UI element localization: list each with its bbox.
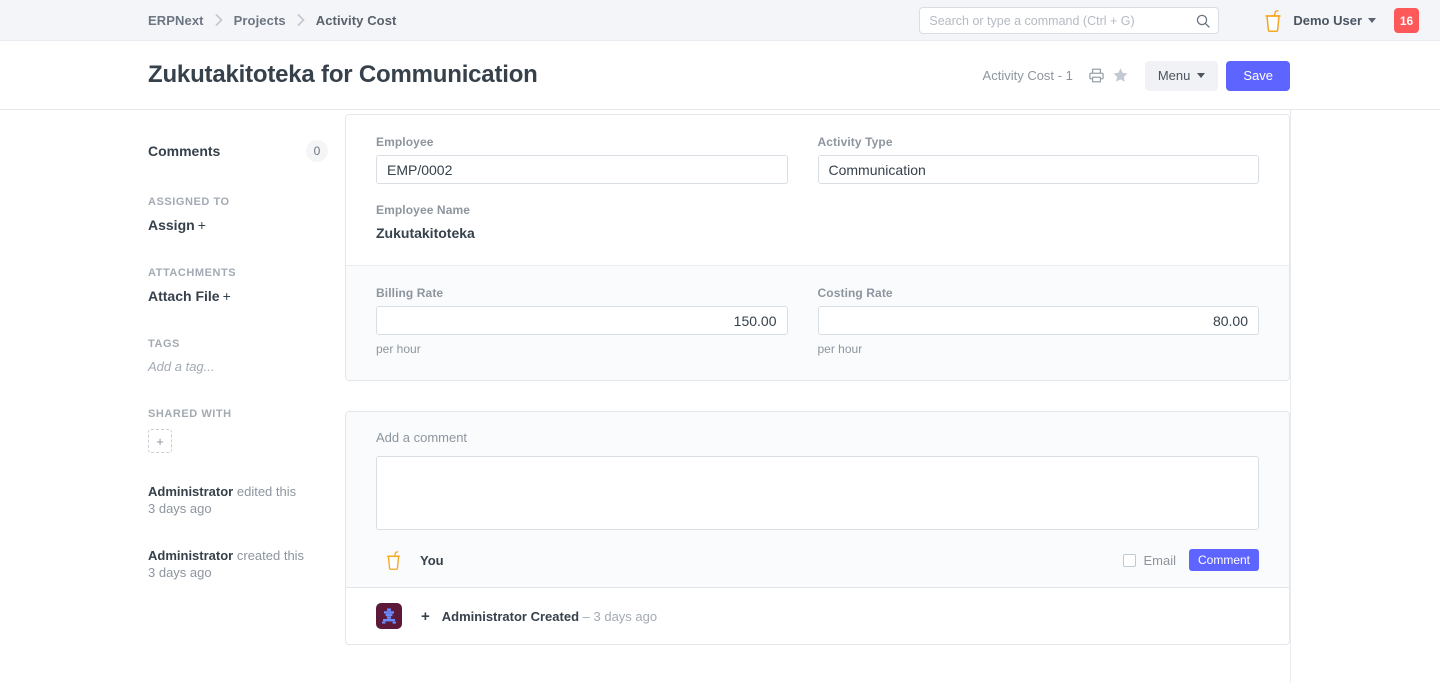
activity-log-action: edited this xyxy=(237,484,296,499)
comment-submit-group: Email Comment xyxy=(1123,549,1259,571)
print-icon[interactable] xyxy=(1087,66,1107,86)
search-box[interactable] xyxy=(919,7,1219,34)
form-sidebar: Comments 0 ASSIGNED TO Assign+ ATTACHMEN… xyxy=(148,110,328,580)
chevron-down-icon xyxy=(1197,73,1205,78)
activity-log-item: Administrator created this 3 days ago xyxy=(148,547,328,580)
chevron-down-icon xyxy=(1368,18,1376,23)
timeline-row: + Administrator Created – 3 days ago xyxy=(346,587,1289,644)
attach-file-label: Attach File xyxy=(148,288,220,304)
activity-log-item: Administrator edited this 3 days ago xyxy=(148,483,328,516)
form-section-details: Employee Activity Type Employee Name Zuk… xyxy=(346,115,1289,265)
activity-log-time: 3 days ago xyxy=(148,501,328,516)
breadcrumb: ERPNext Projects Activity Cost xyxy=(148,13,396,28)
activity-log-action: created this xyxy=(237,548,304,563)
add-tag-input[interactable]: Add a tag... xyxy=(148,359,328,374)
sidebar-assigned-to-label: ASSIGNED TO xyxy=(148,196,328,208)
save-button[interactable]: Save xyxy=(1226,61,1290,91)
activity-log-time: 3 days ago xyxy=(148,565,328,580)
comment-actions-bar: You Email Comment xyxy=(376,549,1259,571)
employee-name-label: Employee Name xyxy=(376,203,788,217)
activity-log-user: Administrator xyxy=(148,484,233,499)
page-header: Zukutakitoteka for Communication Activit… xyxy=(0,41,1440,110)
employee-name-field-group: Employee Name Zukutakitoteka xyxy=(376,203,818,241)
sidebar-comments-label: Comments xyxy=(148,143,220,159)
sidebar-attachments-label: ATTACHMENTS xyxy=(148,267,328,279)
page-body: Comments 0 ASSIGNED TO Assign+ ATTACHMEN… xyxy=(0,110,1440,683)
navbar-right-cluster: Demo User 16 xyxy=(919,0,1440,41)
comment-author: You xyxy=(376,550,444,571)
sidebar-tags-label: TAGS xyxy=(148,338,328,350)
avatar xyxy=(376,603,402,629)
sidebar-comments-row[interactable]: Comments 0 xyxy=(148,140,328,162)
employee-field-group: Employee xyxy=(376,135,818,184)
sidebar-shared-with-label: SHARED WITH xyxy=(148,408,328,420)
email-checkbox[interactable] xyxy=(1123,554,1136,567)
assign-button-label: Assign xyxy=(148,217,195,233)
chevron-right-icon xyxy=(297,14,305,26)
favorite-star-icon[interactable] xyxy=(1111,66,1131,86)
right-divider xyxy=(1290,110,1291,683)
activity-type-input[interactable] xyxy=(818,155,1260,184)
page-title: Zukutakitoteka for Communication xyxy=(148,61,538,89)
share-add-button[interactable]: + xyxy=(148,429,172,453)
search-input[interactable] xyxy=(920,8,1218,33)
comment-author-name: You xyxy=(420,553,444,568)
assign-button[interactable]: Assign+ xyxy=(148,217,328,233)
menu-button-label: Menu xyxy=(1158,68,1191,83)
plus-icon: + xyxy=(198,217,206,233)
sidebar-comments-count: 0 xyxy=(306,140,328,162)
activity-cost-form-panel: Employee Activity Type Employee Name Zuk… xyxy=(345,114,1290,381)
user-menu-label: Demo User xyxy=(1293,13,1362,28)
comment-panel: Add a comment You xyxy=(345,411,1290,645)
billing-rate-input[interactable] xyxy=(376,306,788,335)
page-header-actions: Activity Cost - 1 Menu Save xyxy=(983,41,1290,110)
breadcrumb-item-activity-cost[interactable]: Activity Cost xyxy=(316,13,397,28)
billing-rate-help: per hour xyxy=(376,342,788,356)
timeline-separator: – xyxy=(583,609,590,624)
breadcrumb-item-erpnext[interactable]: ERPNext xyxy=(148,13,204,28)
expand-timeline-icon[interactable]: + xyxy=(421,608,430,625)
attach-file-button[interactable]: Attach File+ xyxy=(148,288,328,304)
costing-rate-field-group: Costing Rate per hour xyxy=(818,286,1260,356)
billing-rate-field-group: Billing Rate per hour xyxy=(376,286,818,356)
employee-label: Employee xyxy=(376,135,788,149)
timeline-entry: Administrator Created – 3 days ago xyxy=(442,609,657,624)
activity-log-user: Administrator xyxy=(148,548,233,563)
activity-type-label: Activity Type xyxy=(818,135,1260,149)
document-status-label: Activity Cost - 1 xyxy=(983,68,1073,83)
submit-comment-button[interactable]: Comment xyxy=(1189,549,1259,571)
menu-button[interactable]: Menu xyxy=(1145,61,1219,91)
notification-badge[interactable]: 16 xyxy=(1394,8,1419,33)
chevron-right-icon xyxy=(215,14,223,26)
billing-rate-label: Billing Rate xyxy=(376,286,788,300)
form-section-rates: Billing Rate per hour Costing Rate per h… xyxy=(346,265,1289,380)
avatar[interactable] xyxy=(1263,9,1283,33)
email-checkbox-label: Email xyxy=(1143,553,1176,568)
sidebar-activity-log: Administrator edited this 3 days ago Adm… xyxy=(148,483,328,580)
breadcrumb-item-projects[interactable]: Projects xyxy=(234,13,286,28)
add-comment-label: Add a comment xyxy=(376,430,1259,445)
costing-rate-label: Costing Rate xyxy=(818,286,1260,300)
costing-rate-help: per hour xyxy=(818,342,1260,356)
employee-input[interactable] xyxy=(376,155,788,184)
user-menu[interactable]: Demo User xyxy=(1293,13,1376,28)
avatar xyxy=(385,550,402,571)
comment-composer: Add a comment You xyxy=(346,412,1289,587)
erpnext-activity-cost-page: ERPNext Projects Activity Cost xyxy=(0,0,1440,683)
empty-slot xyxy=(818,203,1260,241)
costing-rate-input[interactable] xyxy=(818,306,1260,335)
top-navbar: ERPNext Projects Activity Cost xyxy=(0,0,1440,41)
employee-name-value: Zukutakitoteka xyxy=(376,223,788,241)
form-main-column: Employee Activity Type Employee Name Zuk… xyxy=(345,110,1290,645)
timeline-time: 3 days ago xyxy=(594,609,658,624)
comment-textarea[interactable] xyxy=(376,456,1259,530)
plus-icon: + xyxy=(223,288,231,304)
timeline-actor: Administrator Created xyxy=(442,609,579,624)
activity-type-field-group: Activity Type xyxy=(818,135,1260,184)
